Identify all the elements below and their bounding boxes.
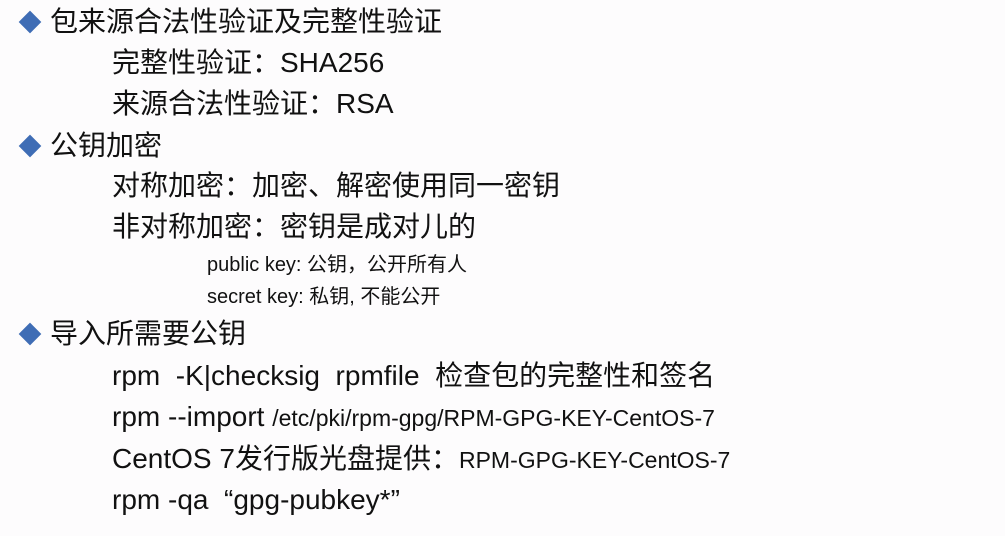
sub-list-item: secret key: 私钥, 不能公开 <box>207 286 441 308</box>
diamond-bullet-icon <box>18 322 42 346</box>
sub-list-item: public key: 公钥，公开所有人 <box>207 254 468 276</box>
list-item: CentOS 7发行版光盘提供：RPM-GPG-KEY-CentOS-7 <box>112 445 730 473</box>
list-item: 非对称加密：密钥是成对儿的 <box>112 211 477 242</box>
section-heading: 导入所需要公钥 <box>17 320 246 348</box>
key-path: /etc/pki/rpm-gpg/RPM-GPG-KEY-CentOS-7 <box>272 405 715 431</box>
heading-text: 包来源合法性验证及完整性验证 <box>50 6 443 37</box>
diamond-bullet-icon <box>18 10 42 34</box>
list-item: 来源合法性验证：RSA <box>112 88 394 119</box>
command-line: rpm -K|checksig rpmfile 检查包的完整性和签名 <box>112 360 716 391</box>
command-line: rpm -qa “gpg-pubkey*” <box>112 484 400 515</box>
item-text: CentOS 7发行版光盘提供： <box>112 443 459 474</box>
list-item: 对称加密：加密、解密使用同一密钥 <box>112 170 561 201</box>
command-text: rpm --import <box>112 401 273 432</box>
command-line: rpm --import /etc/pki/rpm-gpg/RPM-GPG-KE… <box>112 403 715 431</box>
heading-text: 公钥加密 <box>50 130 163 161</box>
list-item: 完整性验证：SHA256 <box>112 47 385 78</box>
diamond-bullet-icon <box>18 134 42 158</box>
section-heading: 包来源合法性验证及完整性验证 <box>17 8 442 36</box>
heading-text: 导入所需要公钥 <box>50 318 247 349</box>
section-heading: 公钥加密 <box>17 132 162 160</box>
key-name: RPM-GPG-KEY-CentOS-7 <box>458 447 731 473</box>
